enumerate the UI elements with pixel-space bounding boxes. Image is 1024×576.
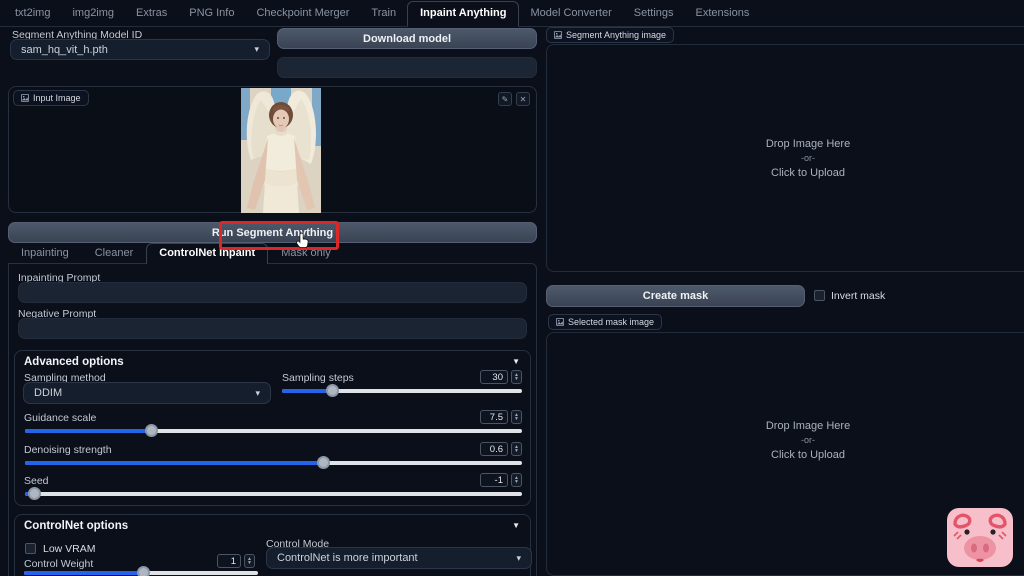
- seed-label: Seed: [24, 475, 49, 487]
- drop-image-here-text: Drop Image Here: [766, 136, 850, 152]
- sampling-method-dropdown[interactable]: DDIM ▾: [23, 382, 271, 404]
- seed-slider-handle[interactable]: [28, 487, 41, 500]
- denoising-strength-label: Denoising strength: [24, 444, 112, 456]
- control-weight-slider[interactable]: [24, 571, 258, 575]
- drop-or-text: -or-: [801, 152, 815, 165]
- model-id-dropdown[interactable]: sam_hq_vit_h.pth ▾: [10, 39, 270, 60]
- sampling-steps-number-input[interactable]: 30: [480, 370, 508, 384]
- subtab-inpainting[interactable]: Inpainting: [8, 244, 82, 263]
- tab-settings[interactable]: Settings: [623, 1, 685, 26]
- click-to-upload-text: Click to Upload: [771, 447, 845, 463]
- denoising-strength-slider[interactable]: [25, 461, 522, 465]
- guidance-scale-label: Guidance scale: [24, 412, 96, 424]
- image-icon: [556, 318, 564, 326]
- chevron-down-icon: ▾: [516, 553, 521, 564]
- denoising-strength-spinner[interactable]: ▲▼: [511, 442, 522, 456]
- input-image-panel: Input Image ✎ ✕: [8, 86, 537, 213]
- subtab-cleaner[interactable]: Cleaner: [82, 244, 147, 263]
- tab-train[interactable]: Train: [360, 1, 407, 26]
- collapse-caret-icon[interactable]: ▼: [512, 357, 520, 366]
- tab-png-info[interactable]: PNG Info: [178, 1, 245, 26]
- control-weight-label: Control Weight: [24, 558, 93, 570]
- sampling-steps-slider[interactable]: [282, 389, 522, 393]
- segment-anything-image-badge: Segment Anything image: [546, 27, 674, 43]
- input-image-preview[interactable]: [241, 88, 321, 213]
- tab-extensions[interactable]: Extensions: [685, 1, 761, 26]
- low-vram-label: Low VRAM: [43, 543, 96, 555]
- control-mode-dropdown[interactable]: ControlNet is more important ▾: [266, 547, 532, 569]
- guidance-scale-slider[interactable]: [25, 429, 522, 433]
- clear-image-icon[interactable]: ✕: [516, 92, 530, 106]
- guidance-scale-spinner[interactable]: ▲▼: [511, 410, 522, 424]
- control-weight-spinner[interactable]: ▲▼: [244, 554, 255, 568]
- invert-mask-label: Invert mask: [831, 290, 885, 302]
- edit-image-icon[interactable]: ✎: [498, 92, 512, 106]
- sampling-steps-label: Sampling steps: [282, 372, 354, 384]
- sampling-method-value: DDIM: [34, 387, 62, 399]
- download-model-button[interactable]: Download model: [277, 28, 537, 49]
- subtab-mask-only[interactable]: Mask only: [268, 244, 344, 263]
- controlnet-options-accordion: ControlNet options ▼ Low VRAM Control We…: [14, 514, 531, 576]
- drop-or-text: -or-: [801, 434, 815, 447]
- collapse-caret-icon[interactable]: ▼: [512, 521, 520, 530]
- subtab-controlnet-inpaint[interactable]: ControlNet Inpaint: [146, 243, 268, 264]
- download-status-textbox[interactable]: [277, 57, 537, 78]
- seed-slider[interactable]: [25, 492, 522, 496]
- chevron-down-icon: ▾: [254, 44, 259, 55]
- guidance-scale-slider-handle[interactable]: [145, 424, 158, 437]
- create-mask-button[interactable]: Create mask: [546, 285, 805, 307]
- control-weight-number-input[interactable]: 1: [217, 554, 241, 568]
- advanced-options-accordion: Advanced options ▼ Sampling method DDIM …: [14, 350, 531, 506]
- run-segment-anything-button[interactable]: Run Segment Anything: [8, 222, 537, 243]
- chevron-down-icon: ▾: [255, 388, 260, 399]
- sampling-steps-slider-handle[interactable]: [326, 384, 339, 397]
- image-icon: [554, 31, 562, 39]
- selected-mask-image-badge: Selected mask image: [548, 314, 662, 330]
- main-tab-bar: txt2img img2img Extras PNG Info Checkpoi…: [0, 0, 1024, 27]
- input-image-badge: Input Image: [13, 90, 89, 106]
- image-icon: [21, 94, 29, 102]
- click-to-upload-text: Click to Upload: [771, 165, 845, 181]
- negative-prompt-input[interactable]: [18, 318, 527, 339]
- inpainting-prompt-input[interactable]: [18, 282, 527, 303]
- control-weight-slider-handle[interactable]: [137, 566, 150, 576]
- tab-extras[interactable]: Extras: [125, 1, 178, 26]
- denoising-strength-slider-handle[interactable]: [317, 456, 330, 469]
- low-vram-checkbox[interactable]: [25, 543, 36, 554]
- tab-txt2img[interactable]: txt2img: [4, 1, 61, 26]
- seed-spinner[interactable]: ▲▼: [511, 473, 522, 487]
- tab-inpaint-anything[interactable]: Inpaint Anything: [407, 1, 519, 27]
- tab-img2img[interactable]: img2img: [61, 1, 125, 26]
- invert-mask-checkbox[interactable]: [814, 290, 825, 301]
- tab-checkpoint-merger[interactable]: Checkpoint Merger: [245, 1, 360, 26]
- sampling-steps-spinner[interactable]: ▲▼: [511, 370, 522, 384]
- drop-image-here-text: Drop Image Here: [766, 418, 850, 434]
- seed-number-input[interactable]: -1: [480, 473, 508, 487]
- denoising-strength-number-input[interactable]: 0.6: [480, 442, 508, 456]
- model-id-value: sam_hq_vit_h.pth: [21, 44, 108, 56]
- inpaint-anything-subtab-bar: Inpainting Cleaner ControlNet Inpaint Ma…: [8, 246, 537, 263]
- guidance-scale-number-input[interactable]: 7.5: [480, 410, 508, 424]
- controlnet-options-title[interactable]: ControlNet options: [24, 520, 128, 532]
- tab-model-converter[interactable]: Model Converter: [519, 1, 622, 26]
- segment-anything-image-dropzone[interactable]: Drop Image Here -or- Click to Upload: [546, 44, 1024, 272]
- pig-logo: [947, 508, 1013, 567]
- control-mode-value: ControlNet is more important: [277, 552, 418, 564]
- advanced-options-title[interactable]: Advanced options: [24, 356, 124, 368]
